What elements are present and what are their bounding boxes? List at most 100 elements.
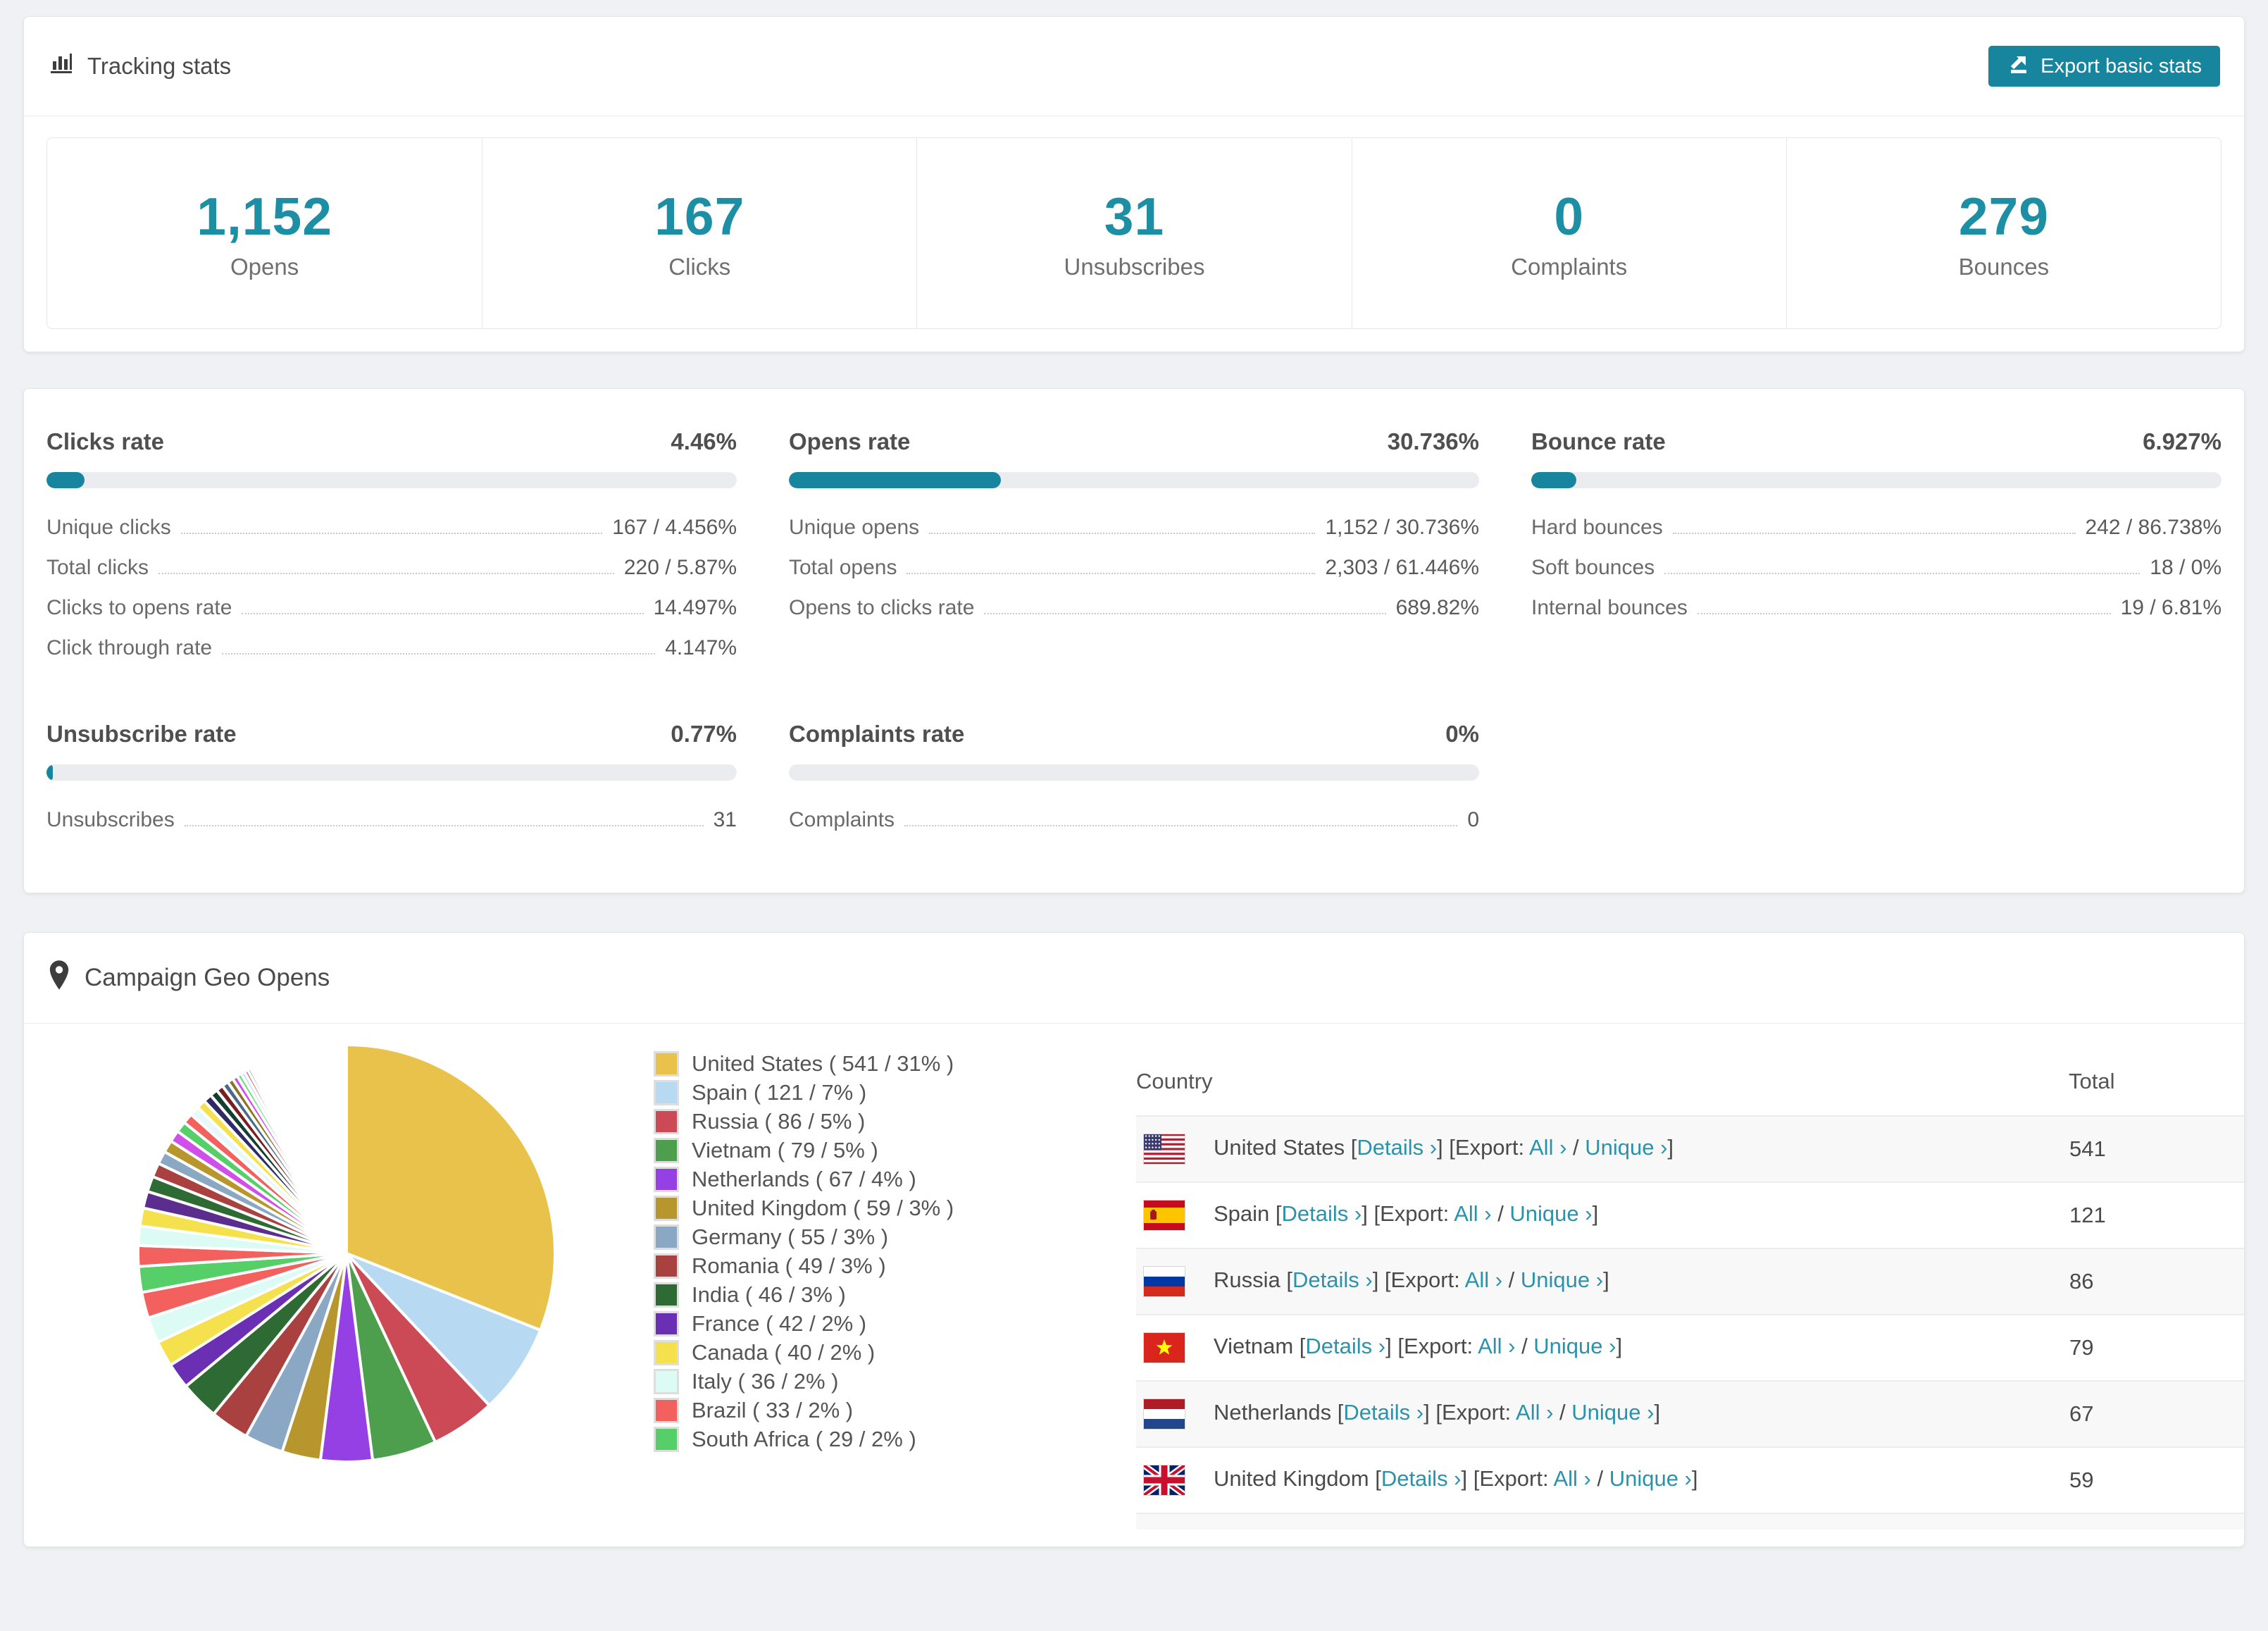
country-name: Spain: [1214, 1201, 1270, 1227]
legend-swatch: [654, 1397, 679, 1423]
details-link[interactable]: Details ›: [1381, 1466, 1462, 1491]
rate-detail-label: Unique clicks: [46, 516, 171, 539]
country-total: 86: [2069, 1269, 2094, 1294]
stat-cell-opens: 1,152 Opens: [47, 138, 482, 328]
legend-label: France ( 42 / 2% ): [692, 1310, 867, 1336]
legend-label: South Africa ( 29 / 2% ): [692, 1426, 916, 1451]
export-all-link[interactable]: All ›: [1529, 1135, 1566, 1160]
geo-opens-header: Campaign Geo Opens: [24, 933, 2244, 1024]
bracket-text: ] [: [1437, 1135, 1455, 1160]
legend-item[interactable]: Brazil ( 33 / 2% ): [654, 1397, 1104, 1423]
legend-item[interactable]: South Africa ( 29 / 2% ): [654, 1426, 1104, 1452]
summary-stats-box: 1,152 Opens 167 Clicks 31 Unsubscribes 0 Compla…: [46, 137, 2222, 329]
dotted-leader: [222, 653, 656, 655]
rate-detail-value: 167 / 4.456%: [612, 516, 737, 539]
rate-detail-value: 14.497%: [653, 596, 737, 619]
export-all-link[interactable]: All ›: [1516, 1400, 1553, 1425]
legend-label: Germany ( 55 / 3% ): [692, 1224, 889, 1249]
rate-detail-row: Hard bounces 242 / 86.738%: [1531, 514, 2222, 540]
rate-detail-row: Click through rate 4.147%: [46, 634, 737, 660]
rate-detail-row: Internal bounces 19 / 6.81%: [1531, 594, 2222, 620]
bracket-text: ] [: [1423, 1400, 1442, 1425]
country-name: Russia: [1214, 1267, 1281, 1293]
rate-detail-label: Soft bounces: [1531, 556, 1655, 579]
country-name: Vietnam: [1214, 1334, 1294, 1359]
country-name: United States: [1214, 1135, 1345, 1160]
legend-swatch: [654, 1050, 679, 1077]
dotted-leader: [929, 533, 1316, 534]
nl-flag-icon: [1143, 1399, 1185, 1430]
rate-progress-fill: [46, 764, 53, 781]
legend-item[interactable]: France ( 42 / 2% ): [654, 1310, 1104, 1337]
legend-item[interactable]: United Kingdom ( 59 / 3% ): [654, 1195, 1104, 1221]
export-all-link[interactable]: All ›: [1465, 1267, 1502, 1292]
legend-item[interactable]: Romania ( 49 / 3% ): [654, 1253, 1104, 1279]
dotted-leader: [1664, 573, 2141, 574]
legend-item[interactable]: Italy ( 36 / 2% ): [654, 1368, 1104, 1394]
country-total: 121: [2069, 1203, 2106, 1227]
legend-label: Italy ( 36 / 2% ): [692, 1368, 839, 1394]
export-unique-link[interactable]: Unique ›: [1571, 1400, 1654, 1425]
legend-swatch: [654, 1195, 679, 1221]
legend-swatch: [654, 1079, 679, 1105]
rate-detail-value: 19 / 6.81%: [2120, 596, 2222, 619]
rate-detail-value: 689.82%: [1395, 596, 1479, 619]
bracket-text: [: [1293, 1334, 1306, 1359]
bracket-text: ]: [1616, 1334, 1623, 1359]
bracket-text: ] [: [1372, 1267, 1391, 1293]
rate-progress-bar: [1531, 472, 2222, 488]
country-total: 67: [2069, 1401, 2094, 1426]
geo-opens-card: Campaign Geo Opens United States ( 541 /…: [23, 932, 2245, 1547]
rate-detail-label: Unsubscribes: [46, 808, 175, 831]
export-unique-link[interactable]: Unique ›: [1585, 1135, 1667, 1160]
rates-grid: Clicks rate 4.46% Unique clicks 167 / 4.456…: [46, 428, 2222, 846]
export-unique-link[interactable]: Unique ›: [1533, 1334, 1616, 1358]
export-unique-link[interactable]: Unique ›: [1521, 1267, 1603, 1292]
legend-item[interactable]: Spain ( 121 / 7% ): [654, 1079, 1104, 1105]
legend-item[interactable]: Netherlands ( 67 / 4% ): [654, 1166, 1104, 1192]
rate-title: Bounce rate: [1531, 428, 1666, 454]
details-link[interactable]: Details ›: [1292, 1267, 1373, 1292]
legend-swatch: [654, 1426, 679, 1452]
rate-title: Complaints rate: [789, 721, 965, 747]
bracket-text: /: [1515, 1334, 1534, 1359]
legend-item[interactable]: Vietnam ( 79 / 5% ): [654, 1137, 1104, 1163]
legend-label: Brazil ( 33 / 2% ): [692, 1397, 854, 1422]
rate-detail-row: Unsubscribes 31: [46, 806, 737, 832]
stat-label: Complaints: [1511, 254, 1628, 280]
export-basic-stats-button[interactable]: Export basic stats: [1988, 46, 2220, 87]
dotted-leader: [904, 825, 1458, 826]
rate-detail-value: 0: [1467, 808, 1479, 831]
export-all-link[interactable]: All ›: [1553, 1466, 1590, 1491]
rate-detail-value: 242 / 86.738%: [2085, 516, 2222, 539]
details-link[interactable]: Details ›: [1282, 1201, 1362, 1226]
legend-swatch: [654, 1368, 679, 1394]
export-unique-link[interactable]: Unique ›: [1609, 1466, 1692, 1491]
legend-item[interactable]: United States ( 541 / 31% ): [654, 1050, 1104, 1077]
legend-label: Romania ( 49 / 3% ): [692, 1253, 886, 1278]
stat-value: 279: [1958, 187, 2049, 246]
rate-panel-opens-rate: Opens rate 30.736% Unique opens 1,152 / 30.…: [789, 428, 1479, 674]
rate-detail-row: Unique opens 1,152 / 30.736%: [789, 514, 1479, 540]
details-link[interactable]: Details ›: [1357, 1135, 1437, 1160]
export-all-link[interactable]: All ›: [1478, 1334, 1515, 1358]
rate-detail-label: Clicks to opens rate: [46, 596, 232, 619]
geo-table-row-russia: Russia [Details ›] [Export: All › / Uniq…: [1136, 1248, 2244, 1315]
rate-progress-bar: [46, 764, 737, 781]
legend-label: Spain ( 121 / 7% ): [692, 1079, 867, 1105]
bracket-text: ] [: [1362, 1201, 1381, 1227]
dotted-leader: [984, 613, 1386, 614]
legend-item[interactable]: Canada ( 40 / 2% ): [654, 1339, 1104, 1365]
export-unique-link[interactable]: Unique ›: [1509, 1201, 1592, 1226]
details-link[interactable]: Details ›: [1343, 1400, 1423, 1425]
legend-item[interactable]: India ( 46 / 3% ): [654, 1282, 1104, 1308]
legend-item[interactable]: Germany ( 55 / 3% ): [654, 1224, 1104, 1250]
bracket-text: Export:: [1390, 1267, 1465, 1293]
dotted-leader: [1697, 613, 2111, 614]
details-link[interactable]: Details ›: [1305, 1334, 1385, 1358]
rate-detail-row: Complaints 0: [789, 806, 1479, 832]
export-all-link[interactable]: All ›: [1454, 1201, 1491, 1226]
legend-swatch: [654, 1339, 679, 1365]
legend-item[interactable]: Russia ( 86 / 5% ): [654, 1108, 1104, 1134]
legend-swatch: [654, 1224, 679, 1250]
